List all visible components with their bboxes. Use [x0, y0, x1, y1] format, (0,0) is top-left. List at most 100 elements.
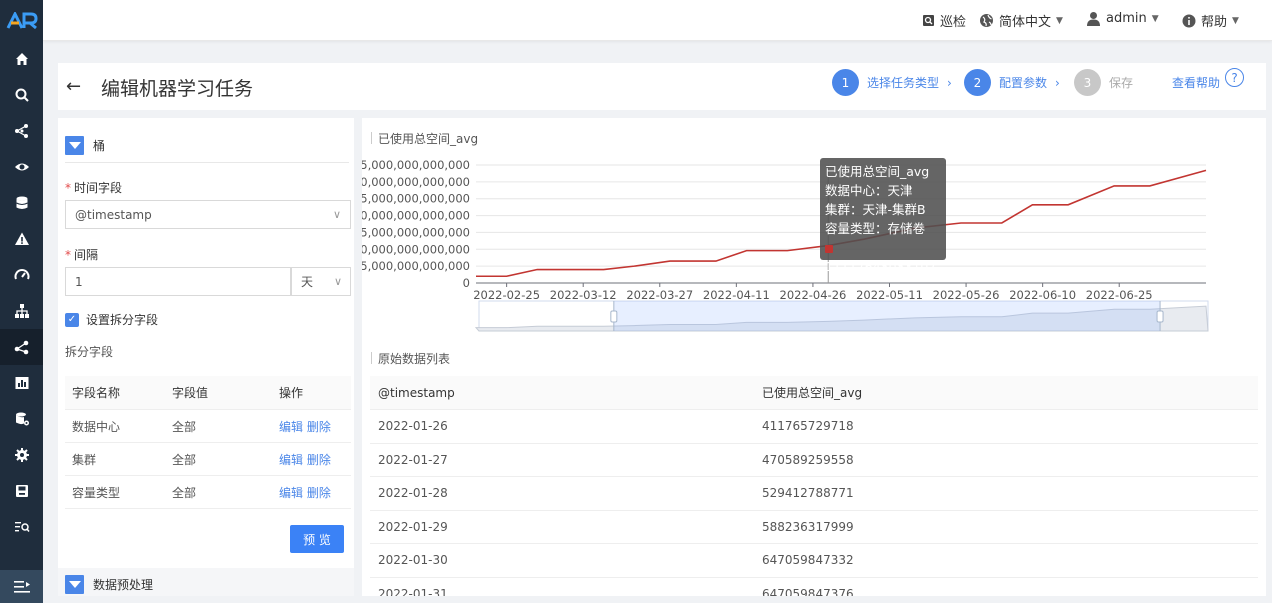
- time-field-value: @timestamp: [75, 207, 152, 222]
- config-panel: 桶 * 时间字段 @timestamp ∨ * 间隔 1 天 ∨ ✓ 设置拆分字段 …: [58, 118, 354, 596]
- timestamp-cell: 2022-01-30: [378, 553, 448, 568]
- inspect-menu[interactable]: 巡检: [922, 11, 966, 30]
- help-menu[interactable]: 帮助 ▼: [1182, 11, 1239, 30]
- help-question-icon[interactable]: ?: [1225, 68, 1244, 87]
- zoom-slider-window: [613, 301, 1161, 331]
- language-caret-icon: ▼: [1056, 15, 1063, 26]
- preview-button[interactable]: 预 览: [290, 525, 344, 553]
- nav-graph-icon[interactable]: [0, 113, 43, 149]
- step-3[interactable]: 3 保存: [1074, 69, 1133, 96]
- back-arrow-icon[interactable]: ←: [66, 76, 81, 97]
- delete-link[interactable]: 删除: [307, 486, 331, 500]
- inspect-label: 巡检: [940, 15, 967, 30]
- interval-input[interactable]: 1: [65, 267, 291, 296]
- tooltip-value-row: 11117648083107: [825, 238, 941, 276]
- step-2-chevron-icon: ›: [1055, 75, 1060, 90]
- language-label: 简体中文: [999, 15, 1052, 30]
- nav-query-list-icon[interactable]: [0, 509, 43, 545]
- nav-collapse-icon[interactable]: [0, 570, 43, 603]
- nav-topology-icon[interactable]: [0, 293, 43, 329]
- column-header: 字段值: [172, 386, 209, 400]
- timestamp-cell: 2022-01-29: [378, 519, 448, 534]
- nav-search-icon[interactable]: [0, 77, 43, 113]
- bucket-section-title: 桶: [93, 139, 106, 153]
- x-tick-label: 2022-06-10: [1009, 288, 1076, 302]
- app-logo[interactable]: [0, 0, 43, 41]
- timestamp-cell: 2022-01-28: [378, 486, 448, 501]
- step-2-number: 2: [964, 69, 991, 96]
- step-3-label: 保存: [1109, 76, 1134, 90]
- top-bar: 巡检 简体中文 ▼ admin ▼ 帮助 ▼: [43, 0, 1272, 41]
- value-cell: 647059847376: [762, 586, 854, 596]
- tooltip-line: 数据中心：天津: [825, 183, 913, 198]
- bucket-section-header[interactable]: 桶: [65, 136, 105, 155]
- nav-machine-learning-icon[interactable]: [0, 329, 43, 365]
- line-chart[interactable]: 0 5,000,000,000,000 10,000,000,000,000 15,0…: [362, 118, 1266, 343]
- nav-dashboard-icon[interactable]: [0, 365, 43, 401]
- value-cell: 470589259558: [762, 452, 854, 467]
- nav-eye-icon[interactable]: [0, 149, 43, 185]
- table-row: 容量类型 全部 编辑 删除: [65, 476, 351, 509]
- checkbox-checked-icon[interactable]: ✓: [65, 312, 79, 327]
- time-field-select[interactable]: @timestamp ∨: [65, 200, 351, 229]
- column-header: 已使用总空间_avg: [762, 386, 863, 400]
- language-selector[interactable]: 简体中文 ▼: [979, 11, 1063, 30]
- field-name: 容量类型: [72, 485, 121, 500]
- edit-link[interactable]: 编辑: [279, 486, 303, 500]
- nav-settings-icon[interactable]: [0, 437, 43, 473]
- interval-unit-value: 天: [301, 275, 314, 289]
- left-nav-rail: [0, 0, 43, 603]
- value-cell: 411765729718: [762, 419, 854, 434]
- column-header: 操作: [279, 386, 304, 400]
- x-tick-label: 2022-04-11: [703, 288, 770, 302]
- delete-link[interactable]: 删除: [307, 420, 331, 434]
- table-row: 数据中心 全部 编辑 删除: [65, 410, 351, 443]
- y-tick-label: 10,000,000,000,000: [362, 242, 470, 256]
- step-1[interactable]: 1 选择任务类型 ›: [832, 69, 952, 96]
- delete-link[interactable]: 删除: [307, 453, 331, 467]
- user-menu[interactable]: admin ▼: [1086, 11, 1159, 26]
- interval-unit-select[interactable]: 天 ∨: [291, 267, 351, 296]
- collapse-toggle-icon[interactable]: [65, 136, 84, 155]
- field-name: 集群: [72, 452, 97, 467]
- logo-icon: [6, 11, 38, 29]
- table-row: 2022-01-31 647059847376: [370, 578, 1258, 596]
- preprocess-section-header[interactable]: 数据预处理: [65, 575, 153, 594]
- value-cell: 529412788771: [762, 486, 854, 501]
- nav-alert-icon[interactable]: [0, 221, 43, 257]
- step-2-label: 配置参数: [999, 76, 1048, 90]
- nav-database-icon[interactable]: [0, 185, 43, 221]
- step-2[interactable]: 2 配置参数 ›: [964, 69, 1060, 96]
- page-header: ← 编辑机器学习任务 1 选择任务类型 › 2 配置参数 › 3 保存 查看帮助…: [58, 63, 1266, 110]
- nav-data-settings-icon[interactable]: [0, 401, 43, 437]
- y-tick-label: 5,000,000,000,000: [362, 259, 470, 273]
- preprocess-section-title: 数据预处理: [93, 578, 154, 592]
- y-tick-label: 30,000,000,000,000: [362, 175, 470, 189]
- x-tick-label: 2022-03-12: [550, 288, 617, 302]
- split-field-checkbox[interactable]: ✓ 设置拆分字段: [65, 311, 158, 328]
- view-help-link[interactable]: 查看帮助: [1172, 74, 1220, 91]
- edit-link[interactable]: 编辑: [279, 420, 303, 434]
- step-1-label: 选择任务类型: [867, 76, 940, 90]
- chart-tooltip: 已使用总空间_avg 数据中心：天津 集群：天津-集群B 容量类型：存储卷 11…: [820, 158, 946, 274]
- interval-label: * 间隔: [65, 248, 99, 262]
- nav-gauge-icon[interactable]: [0, 257, 43, 293]
- help-caret-icon: ▼: [1232, 15, 1239, 26]
- x-tick-label: 2022-06-25: [1086, 288, 1153, 302]
- column-header: @timestamp: [378, 385, 455, 400]
- step-3-number: 3: [1074, 69, 1101, 96]
- nav-home-icon[interactable]: [0, 41, 43, 77]
- edit-link[interactable]: 编辑: [279, 453, 303, 467]
- y-tick-label: 15,000,000,000,000: [362, 225, 470, 239]
- zoom-slider-handle: [1156, 310, 1164, 323]
- split-field-checkbox-label: 设置拆分字段: [86, 313, 159, 327]
- nav-storage-icon[interactable]: [0, 473, 43, 509]
- tooltip-value: 11117648083107: [825, 259, 937, 274]
- raw-data-title: 原始数据列表: [370, 352, 451, 366]
- y-tick-label: 0: [463, 276, 470, 290]
- chevron-down-icon: ∨: [332, 208, 341, 221]
- page-title: 编辑机器学习任务: [101, 78, 254, 100]
- collapse-toggle-icon[interactable]: [65, 575, 84, 594]
- split-fields-label: 拆分字段: [65, 345, 114, 359]
- user-caret-icon: ▼: [1151, 13, 1159, 24]
